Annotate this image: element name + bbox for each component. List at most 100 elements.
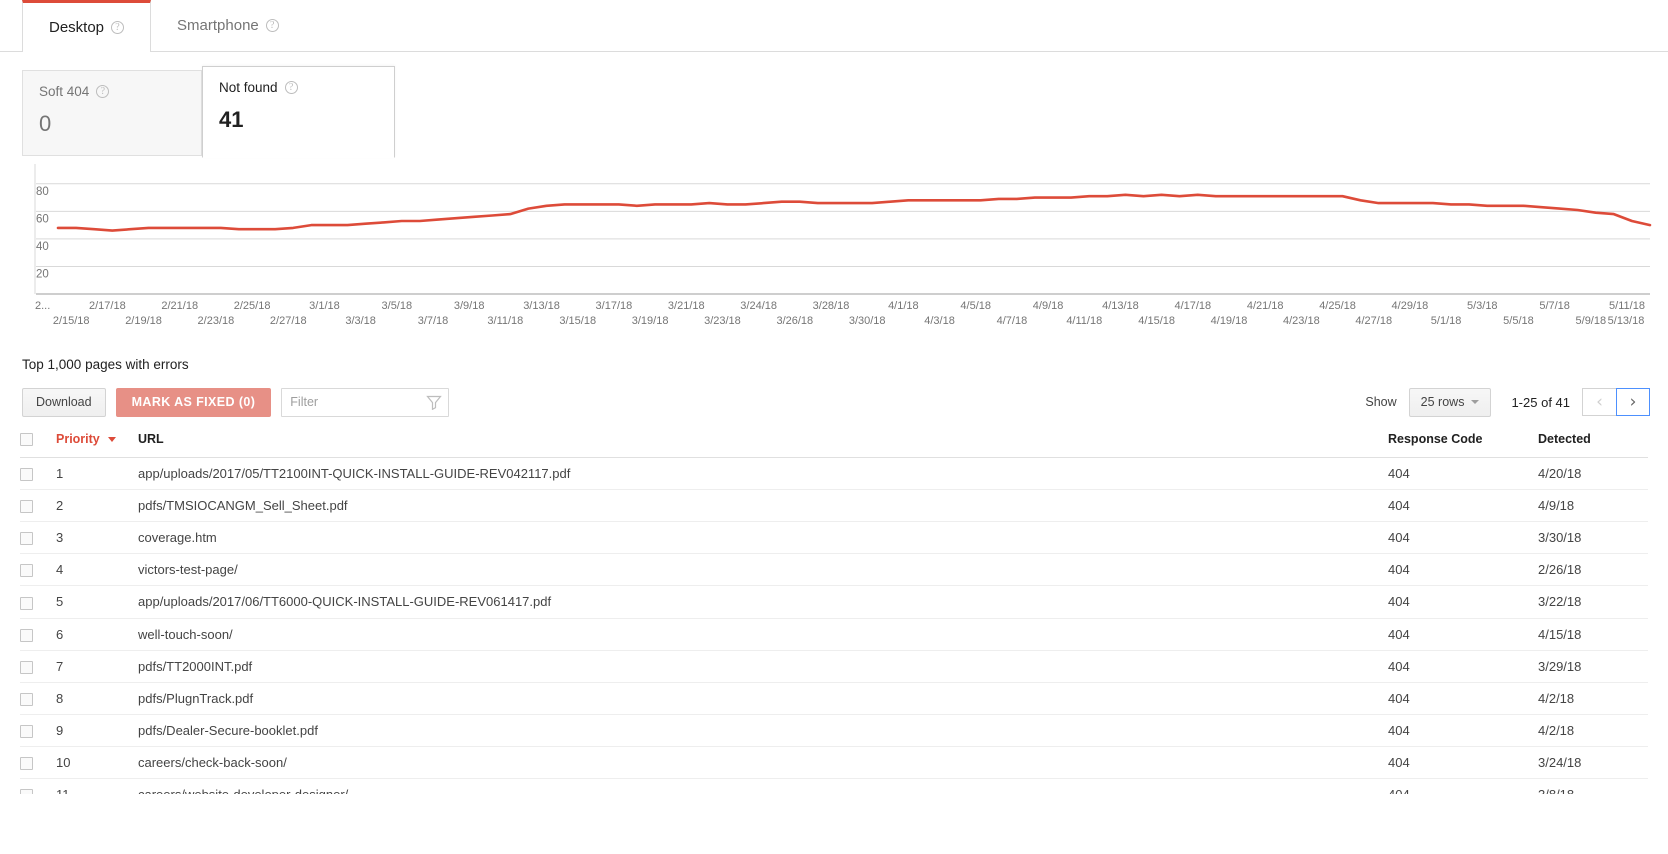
errors-table-container[interactable]: Priority URL Response Code Detected 1 app… xyxy=(0,422,1668,794)
help-icon[interactable]: ? xyxy=(111,21,125,34)
x-axis-tick-label: 4/17/18 xyxy=(1174,300,1211,312)
row-url[interactable]: pdfs/Dealer-Secure-booklet.pdf xyxy=(138,714,1388,747)
row-response-code: 404 xyxy=(1388,650,1538,683)
x-axis-tick-label: 2... xyxy=(35,300,50,312)
mark-as-fixed-button[interactable]: MARK AS FIXED (0) xyxy=(115,387,272,417)
y-axis-tick-label: 40 xyxy=(36,241,49,253)
row-priority: 6 xyxy=(56,618,138,651)
row-checkbox[interactable] xyxy=(20,692,33,706)
table-row[interactable]: 11careers/website-developer-designer/404… xyxy=(20,778,1648,794)
column-header-priority[interactable]: Priority xyxy=(56,422,138,459)
column-header-url[interactable]: URL xyxy=(138,422,1388,459)
row-checkbox[interactable] xyxy=(20,788,33,794)
row-url[interactable]: app/uploads/2017/06/TT6000-QUICK-INSTALL… xyxy=(138,585,1388,619)
tab-desktop-label: Desktop xyxy=(49,19,105,36)
x-axis-tick-label: 5/3/18 xyxy=(1467,300,1498,312)
help-icon[interactable]: ? xyxy=(265,19,279,32)
rows-per-page-value: 25 rows xyxy=(1420,395,1465,409)
table-row[interactable]: 10 careers/check-back-soon/404 3/24/18 xyxy=(20,746,1648,779)
next-page-button[interactable]: › xyxy=(1616,388,1650,416)
x-axis-tick-label: 3/26/18 xyxy=(776,315,813,327)
row-checkbox[interactable] xyxy=(20,500,33,514)
row-select-cell xyxy=(20,746,56,779)
row-priority: 8 xyxy=(56,682,138,715)
row-checkbox[interactable] xyxy=(20,660,33,674)
x-axis-tick-label: 2/21/18 xyxy=(161,300,198,312)
table-header-row: Priority URL Response Code Detected xyxy=(20,422,1648,459)
rows-per-page-select[interactable]: 25 rows xyxy=(1408,387,1492,417)
row-priority: 5 xyxy=(56,585,138,619)
row-detected: 3/29/18 xyxy=(1538,650,1648,683)
row-detected: 4/15/18 xyxy=(1538,618,1648,651)
select-all-checkbox[interactable] xyxy=(20,433,33,447)
table-row[interactable]: 6 well-touch-soon/404 4/15/18 xyxy=(20,618,1648,651)
x-axis-tick-label: 3/28/18 xyxy=(813,300,850,312)
x-axis-tick-label: 4/21/18 xyxy=(1247,300,1284,312)
row-select-cell xyxy=(20,457,56,491)
row-detected: 3/22/18 xyxy=(1538,585,1648,619)
table-row[interactable]: 5 app/uploads/2017/06/TT6000-QUICK-INSTAL… xyxy=(20,585,1648,619)
card-not-found-label: Not found xyxy=(219,80,278,95)
row-response-code: 404 xyxy=(1388,682,1538,715)
row-detected: 3/30/18 xyxy=(1538,521,1648,555)
filter-input[interactable] xyxy=(281,387,450,417)
row-select-cell xyxy=(20,618,56,651)
row-checkbox[interactable] xyxy=(20,756,33,770)
column-header-detected[interactable]: Detected xyxy=(1538,422,1648,459)
card-soft-404[interactable]: Soft 404 ? 0 xyxy=(22,70,202,156)
x-axis-tick-label: 3/3/18 xyxy=(345,315,376,327)
table-row[interactable]: 1 app/uploads/2017/05/TT2100INT-QUICK-INS… xyxy=(20,457,1648,491)
tab-smartphone[interactable]: Smartphone ? xyxy=(151,0,305,51)
x-axis-tick-label: 3/23/18 xyxy=(704,315,741,327)
row-detected: 3/8/18 xyxy=(1538,778,1648,794)
table-row[interactable]: 4 victors-test-page/404 2/26/18 xyxy=(20,553,1648,587)
table-row[interactable]: 3 coverage.htm 404 3/30/18 xyxy=(20,521,1648,555)
table-row[interactable]: 8 pdfs/PlugnTrack.pdf 404 4/2/18 xyxy=(20,682,1648,715)
select-all-header xyxy=(20,422,56,459)
row-select-cell xyxy=(20,650,56,683)
x-axis-tick-label: 3/19/18 xyxy=(632,315,669,327)
card-soft-404-label: Soft 404 xyxy=(39,84,90,99)
row-url[interactable]: app/uploads/2017/05/TT2100INT-QUICK-INST… xyxy=(138,457,1388,491)
row-url[interactable]: coverage.htm xyxy=(138,521,1388,555)
x-axis-tick-label: 2/15/18 xyxy=(53,315,90,327)
row-response-code: 404 xyxy=(1388,746,1538,779)
row-url[interactable]: pdfs/TMSIOCANGM_Sell_Sheet.pdf xyxy=(138,489,1388,523)
y-axis-tick-label: 80 xyxy=(36,186,49,198)
row-url[interactable]: careers/website-developer-designer/ xyxy=(138,778,1388,794)
row-url[interactable]: pdfs/TT2000INT.pdf xyxy=(138,650,1388,683)
help-icon[interactable]: ? xyxy=(96,85,110,98)
row-checkbox[interactable] xyxy=(20,596,33,610)
row-checkbox[interactable] xyxy=(20,724,33,738)
row-url[interactable]: well-touch-soon/ xyxy=(138,618,1388,651)
row-checkbox[interactable] xyxy=(20,532,33,546)
x-axis-tick-label: 4/25/18 xyxy=(1319,300,1356,312)
tab-desktop[interactable]: Desktop ? xyxy=(22,0,152,52)
x-axis-tick-label: 2/25/18 xyxy=(234,300,271,312)
table-row[interactable]: 7 pdfs/TT2000INT.pdf 404 3/29/18 xyxy=(20,650,1648,683)
previous-page-button[interactable]: ‹ xyxy=(1582,388,1616,416)
help-icon[interactable]: ? xyxy=(284,81,298,94)
column-header-response-code[interactable]: Response Code xyxy=(1388,422,1538,459)
row-url[interactable]: victors-test-page/ xyxy=(138,553,1388,587)
x-axis-tick-label: 5/9/18 xyxy=(1576,315,1607,327)
row-url[interactable]: pdfs/PlugnTrack.pdf xyxy=(138,682,1388,715)
title-count: 1,000 xyxy=(47,357,82,372)
row-response-code: 404 xyxy=(1388,714,1538,747)
x-axis-tick-label: 4/3/18 xyxy=(924,315,955,327)
download-button[interactable]: Download xyxy=(22,387,106,417)
row-checkbox[interactable] xyxy=(20,468,33,482)
table-header: Priority URL Response Code Detected xyxy=(20,422,1648,459)
table-row[interactable]: 2 pdfs/TMSIOCANGM_Sell_Sheet.pdf 404 4/9/18 xyxy=(20,489,1648,523)
table-row[interactable]: 9 pdfs/Dealer-Secure-booklet.pdf 404 4/2/18 xyxy=(20,714,1648,747)
row-checkbox[interactable] xyxy=(20,628,33,642)
x-axis-tick-label: 3/21/18 xyxy=(668,300,705,312)
show-label: Show xyxy=(1365,395,1397,409)
chart-canvas[interactable]: 20 40 60 80 2... 2/17/18 2/21/18 2/25/18 3/1/18 3… xyxy=(20,164,1656,346)
result-range-label: 1-25 of 41 xyxy=(1511,394,1570,410)
x-axis-tick-label: 5/7/18 xyxy=(1539,300,1570,312)
row-url[interactable]: careers/check-back-soon/ xyxy=(138,746,1388,779)
card-not-found[interactable]: Not found ? 41 xyxy=(202,66,395,158)
row-checkbox[interactable] xyxy=(20,564,33,578)
x-axis-tick-label: 5/13/18 xyxy=(1608,315,1645,327)
